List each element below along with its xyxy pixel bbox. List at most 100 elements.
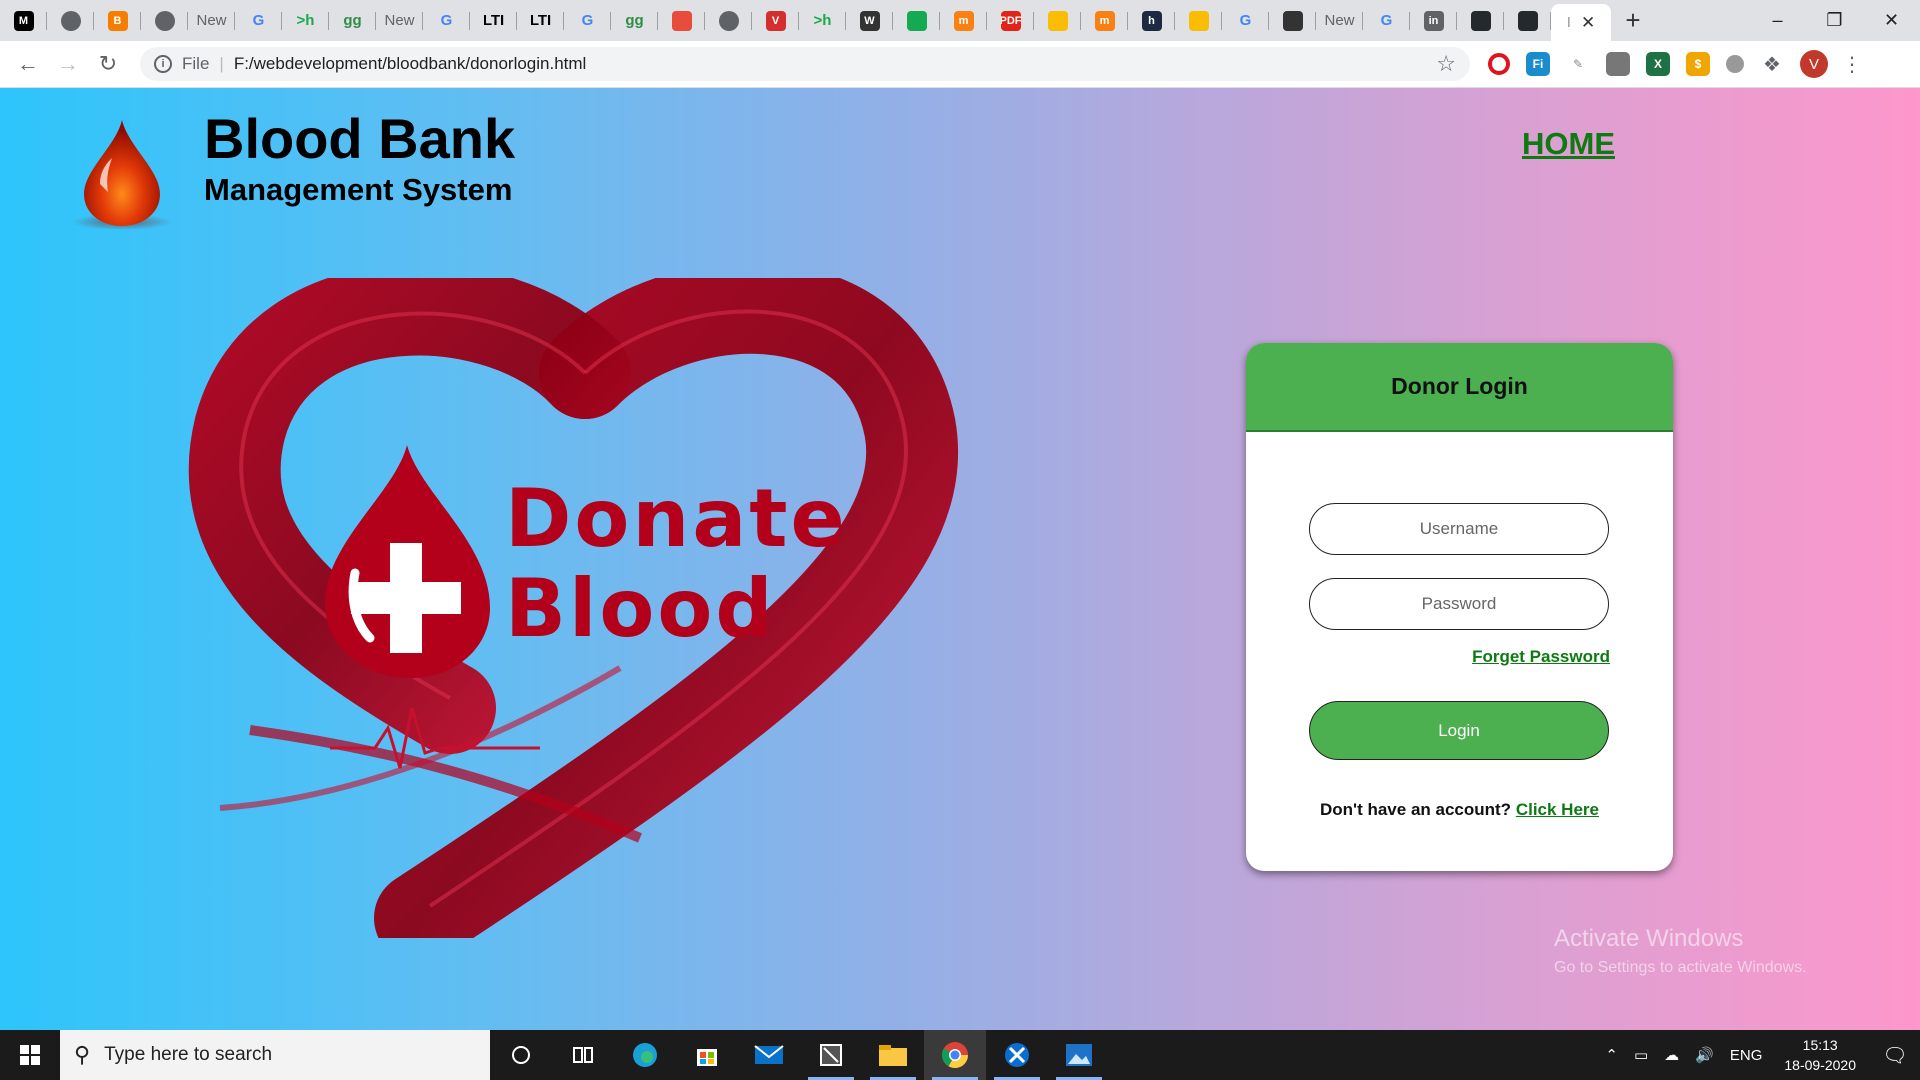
home-nav-link[interactable]: HOME <box>1522 126 1615 162</box>
browser-tab[interactable]: M <box>0 0 47 41</box>
browser-tab[interactable] <box>705 0 752 41</box>
qr-extension-icon[interactable] <box>1606 52 1630 76</box>
github-icon <box>1517 10 1538 31</box>
profile-avatar[interactable]: V <box>1800 50 1828 78</box>
browser-tab[interactable]: New <box>1316 0 1363 41</box>
edge-icon[interactable] <box>614 1030 676 1080</box>
url-text: F:/webdevelopment/bloodbank/donorlogin.h… <box>233 54 587 73</box>
hashnode-icon: h <box>1141 10 1162 31</box>
geeksforgeeks-icon: gg <box>625 12 644 29</box>
signup-link[interactable]: Click Here <box>1516 800 1599 819</box>
back-button[interactable]: ← <box>8 44 48 84</box>
windows-taskbar: ⚲ Type here to search ⌃ ▭ ☁ 🔊 ENG 15:13 … <box>0 1030 1920 1080</box>
browser-tab[interactable]: V <box>752 0 799 41</box>
watermark-title: Activate Windows <box>1554 925 1744 952</box>
restore-button[interactable]: ❐ <box>1806 0 1863 41</box>
browser-tab[interactable] <box>1269 0 1316 41</box>
dollar-extension-icon[interactable]: $ <box>1686 52 1710 76</box>
opera-extension-icon[interactable] <box>1488 53 1510 75</box>
excel-extension-icon[interactable]: X <box>1646 52 1670 76</box>
browser-tab[interactable]: >h <box>282 0 329 41</box>
font-extension-icon[interactable]: Fi <box>1526 52 1550 76</box>
bookmark-star-icon[interactable]: ☆ <box>1436 51 1456 77</box>
mail-icon[interactable] <box>738 1030 800 1080</box>
puzzle-extensions-icon[interactable]: ❖ <box>1760 52 1784 76</box>
vivaldi-icon: V <box>765 10 786 31</box>
active-browser-tab[interactable]: I ✕ <box>1551 4 1611 41</box>
browser-tab[interactable]: gg <box>611 0 658 41</box>
browser-tab[interactable]: h <box>1128 0 1175 41</box>
username-input[interactable] <box>1309 503 1609 555</box>
browser-tab[interactable]: PDF <box>987 0 1034 41</box>
browser-tab[interactable]: LTI <box>517 0 564 41</box>
store-icon[interactable] <box>676 1030 738 1080</box>
clock-time: 15:13 <box>1802 1037 1838 1053</box>
clock[interactable]: 15:13 18-09-2020 <box>1784 1035 1856 1075</box>
minimize-button[interactable]: – <box>1749 0 1806 41</box>
wordpress-icon: W <box>859 10 880 31</box>
taskbar-search-box[interactable]: ⚲ Type here to search <box>60 1030 490 1080</box>
browser-tab[interactable]: m <box>940 0 987 41</box>
password-input[interactable] <box>1309 578 1609 630</box>
browser-tab[interactable]: >h <box>799 0 846 41</box>
extensions-bar: Fi ✎ X $ ❖ <box>1480 52 1792 76</box>
taskbar-search-placeholder: Type here to search <box>104 1044 273 1065</box>
drive-icon <box>1047 10 1068 31</box>
forget-password-link[interactable]: Forget Password <box>1472 647 1610 667</box>
close-tab-icon[interactable]: ✕ <box>1581 13 1595 33</box>
snipping-tool-icon[interactable] <box>800 1030 862 1080</box>
cortana-icon[interactable] <box>490 1030 552 1080</box>
info-icon[interactable]: i <box>154 55 172 73</box>
browser-tab[interactable] <box>1175 0 1222 41</box>
tray-chevron-icon[interactable]: ⌃ <box>1605 1046 1618 1064</box>
battery-icon[interactable]: ▭ <box>1634 1046 1648 1064</box>
start-button[interactable] <box>0 1030 60 1080</box>
donor-login-header: Donor Login <box>1246 343 1673 432</box>
circle-extension-icon[interactable] <box>1726 55 1744 73</box>
onedrive-cloud-icon[interactable]: ☁ <box>1664 1046 1679 1064</box>
browser-tab[interactable] <box>1457 0 1504 41</box>
new-tab-button[interactable]: + <box>1611 5 1655 36</box>
browser-tab[interactable]: New <box>188 0 235 41</box>
browser-tab[interactable]: G <box>423 0 470 41</box>
language-indicator[interactable]: ENG <box>1730 1047 1763 1064</box>
browser-tab[interactable]: in <box>1410 0 1457 41</box>
lti-icon: LTI <box>483 12 504 29</box>
close-window-button[interactable]: ✕ <box>1863 0 1920 41</box>
browser-tab[interactable]: G <box>235 0 282 41</box>
newtab-icon: New <box>384 12 415 29</box>
notification-center-icon[interactable]: 🗨 <box>1870 1043 1920 1068</box>
forward-button[interactable]: → <box>48 44 88 84</box>
pen-extension-icon[interactable]: ✎ <box>1566 52 1590 76</box>
browser-tab[interactable]: G <box>564 0 611 41</box>
address-bar[interactable]: i File | F:/webdevelopment/bloodbank/don… <box>140 47 1470 81</box>
browser-tab[interactable] <box>141 0 188 41</box>
site-subtitle: Management System <box>204 172 513 207</box>
browser-tab[interactable]: New <box>376 0 423 41</box>
tab-strip: M B New G >h gg New G LTI LTI Ggg V >h Wm PDF m h G New Gin… <box>0 0 1920 41</box>
browser-tab[interactable]: LTI <box>470 0 517 41</box>
browser-tab[interactable]: B <box>94 0 141 41</box>
menu-kebab-icon[interactable]: ⋮ <box>1842 52 1862 77</box>
browser-tab[interactable] <box>658 0 705 41</box>
login-button[interactable]: Login <box>1309 701 1609 760</box>
snip-sketch-icon[interactable] <box>986 1030 1048 1080</box>
browser-tab[interactable]: G <box>1222 0 1269 41</box>
browser-tab[interactable]: m <box>1081 0 1128 41</box>
volume-icon[interactable]: 🔊 <box>1695 1046 1714 1064</box>
linkedin-icon: in <box>1423 10 1444 31</box>
active-tab-label: I <box>1566 14 1571 31</box>
browser-tab[interactable]: G <box>1363 0 1410 41</box>
browser-tab[interactable] <box>1034 0 1081 41</box>
reload-button[interactable]: ↻ <box>88 44 128 84</box>
task-view-icon[interactable] <box>552 1030 614 1080</box>
chrome-icon[interactable] <box>924 1030 986 1080</box>
browser-tab[interactable]: gg <box>329 0 376 41</box>
file-explorer-icon[interactable] <box>862 1030 924 1080</box>
photos-icon[interactable] <box>1048 1030 1110 1080</box>
browser-tab[interactable] <box>47 0 94 41</box>
window-controls: – ❐ ✕ <box>1749 0 1920 41</box>
browser-tab[interactable] <box>893 0 940 41</box>
browser-tab[interactable] <box>1504 0 1551 41</box>
browser-tab[interactable]: W <box>846 0 893 41</box>
